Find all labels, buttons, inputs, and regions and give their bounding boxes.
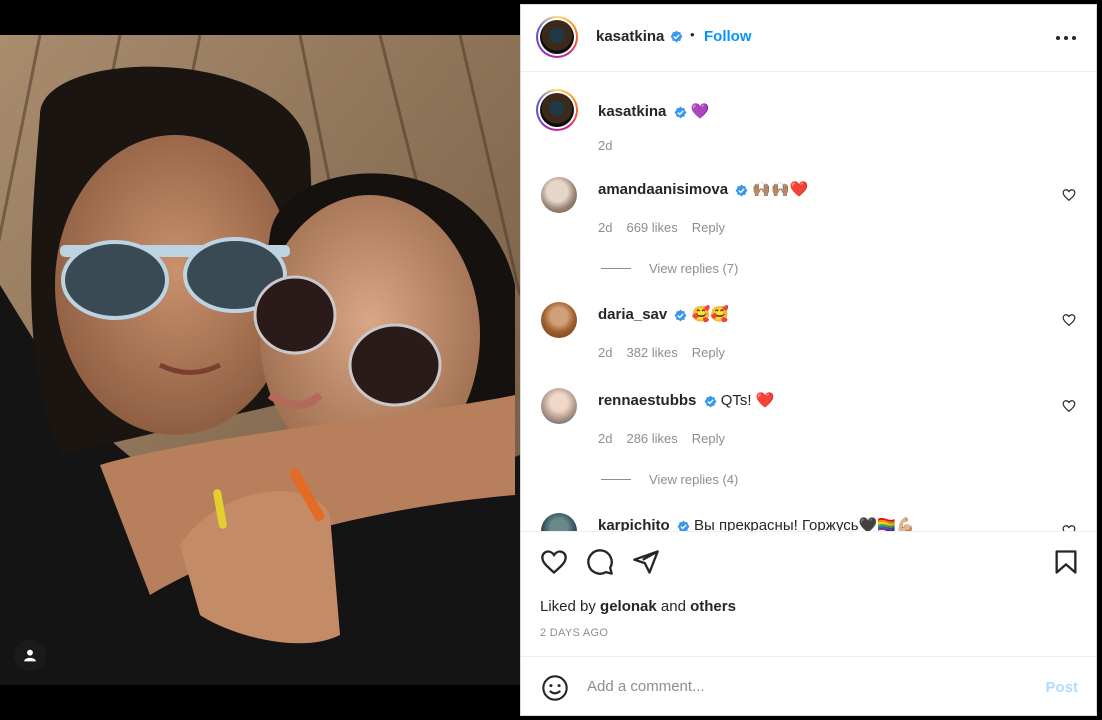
comment-likes[interactable]: 669 likes xyxy=(626,220,677,235)
post-header: kasatkina • Follow xyxy=(521,5,1096,72)
view-replies-label: View replies (7) xyxy=(649,261,739,276)
replies-divider xyxy=(601,479,631,480)
reply-button[interactable]: Reply xyxy=(692,220,725,235)
emoji-icon[interactable] xyxy=(541,674,569,702)
liked-by: Liked by gelonak and others xyxy=(540,598,736,615)
heart-icon[interactable] xyxy=(1062,524,1076,531)
share-icon[interactable] xyxy=(632,548,660,576)
commenter-avatar[interactable] xyxy=(541,388,577,424)
commenter-avatar[interactable] xyxy=(541,302,577,338)
verified-badge-icon xyxy=(704,395,716,407)
caption-username[interactable]: kasatkina xyxy=(598,103,666,120)
photo-bottom-bar xyxy=(0,685,520,720)
liked-others[interactable]: others xyxy=(690,598,736,615)
liked-and: and xyxy=(660,598,686,615)
action-bar: Liked by gelonak and others 2 DAYS AGO xyxy=(521,531,1096,666)
caption-time: 2d xyxy=(598,138,613,153)
verified-badge-icon xyxy=(674,309,687,321)
caption-avatar[interactable] xyxy=(536,89,578,131)
more-options-icon[interactable] xyxy=(1054,30,1078,46)
comment-text: QTs! ❤️ xyxy=(720,392,775,409)
caption-text: 💜 xyxy=(690,103,710,120)
save-icon[interactable] xyxy=(1052,548,1080,576)
replies-divider xyxy=(601,268,631,269)
comment-username[interactable]: karpichito xyxy=(598,517,670,531)
post-image xyxy=(0,35,520,685)
comment-username[interactable]: daria_sav xyxy=(598,306,667,323)
header-separator: • xyxy=(690,27,695,42)
comment-likes[interactable]: 286 likes xyxy=(626,431,677,446)
comment-text: 🙌🏽🙌🏽❤️ xyxy=(752,181,809,198)
comment-meta: 2d 286 likes Reply xyxy=(598,431,739,446)
post-button[interactable]: Post xyxy=(1045,679,1078,696)
post-photo[interactable] xyxy=(0,0,520,720)
comment-username[interactable]: rennaestubbs xyxy=(598,392,696,409)
liked-user[interactable]: gelonak xyxy=(600,598,657,615)
comment-time: 2d xyxy=(598,345,613,360)
view-replies-label: View replies (4) xyxy=(649,472,739,487)
reply-button[interactable]: Reply xyxy=(692,431,725,446)
follow-button[interactable]: Follow xyxy=(704,28,752,45)
heart-icon[interactable] xyxy=(1062,399,1076,413)
photo-top-bar xyxy=(0,0,520,35)
comment-time: 2d xyxy=(598,220,613,235)
verified-badge-icon xyxy=(735,184,748,196)
post-timestamp[interactable]: 2 DAYS AGO xyxy=(540,627,608,639)
author-avatar[interactable] xyxy=(536,16,578,58)
verified-badge-icon xyxy=(670,30,683,43)
comments-list[interactable]: kasatkina 💜 2d amandaanisimova 🙌🏽🙌🏽❤️ 2d… xyxy=(521,72,1096,531)
reply-button[interactable]: Reply xyxy=(692,345,725,360)
comment-input[interactable] xyxy=(585,677,1009,696)
heart-icon[interactable] xyxy=(1062,313,1076,327)
heart-icon[interactable] xyxy=(540,548,568,576)
verified-badge-icon xyxy=(674,106,687,118)
comment-icon[interactable] xyxy=(586,548,614,576)
comment-composer: Post xyxy=(521,656,1096,718)
post-side-panel: kasatkina • Follow kasatkina 💜 2d amanda… xyxy=(520,4,1097,716)
comment-meta: 2d 382 likes Reply xyxy=(598,345,739,360)
verified-badge-icon xyxy=(677,520,690,531)
author-username[interactable]: kasatkina xyxy=(596,28,664,45)
liked-prefix: Liked by xyxy=(540,598,596,615)
commenter-avatar[interactable] xyxy=(541,513,577,531)
commenter-avatar[interactable] xyxy=(541,177,577,213)
comment-username[interactable]: amandaanisimova xyxy=(598,181,728,198)
view-replies-button[interactable]: View replies (4) xyxy=(601,472,738,487)
comment-time: 2d xyxy=(598,431,613,446)
comment-text: 🥰🥰 xyxy=(691,306,729,323)
comment-text: Вы прекрасны! Горжусь🖤🏳️‍🌈💪🏼 xyxy=(694,517,915,531)
user-tag-icon[interactable] xyxy=(14,639,46,671)
view-replies-button[interactable]: View replies (7) xyxy=(601,261,738,276)
comment-meta: 2d 669 likes Reply xyxy=(598,220,739,235)
comment-likes[interactable]: 382 likes xyxy=(626,345,677,360)
heart-icon[interactable] xyxy=(1062,188,1076,202)
